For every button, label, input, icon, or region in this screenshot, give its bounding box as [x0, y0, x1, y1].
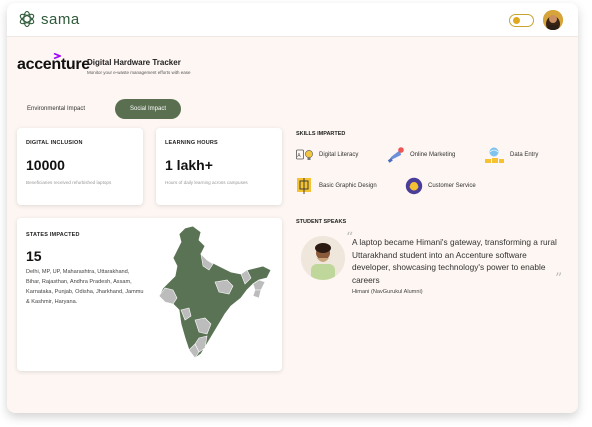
user-avatar[interactable]	[543, 10, 563, 30]
megaphone-icon	[387, 147, 404, 163]
digital-inclusion-desc: Beneficiaries received refurbished lapto…	[26, 180, 112, 185]
skill-label: Online Marketing	[410, 152, 456, 158]
digital-inclusion-label: DIGITAL INCLUSION	[26, 140, 83, 146]
tab-environmental-impact[interactable]: Environmental Impact	[17, 99, 95, 119]
skill-label: Data Entry	[510, 152, 539, 158]
app-window: sama accenture Digital Hardware Tracker …	[7, 3, 578, 413]
states-impacted-card: STATES IMPACTED 15 Delhi, MP, UP, Mahara…	[17, 218, 282, 371]
close-quote-icon: ”	[555, 271, 563, 287]
skill-label: Digital Literacy	[319, 152, 359, 158]
skill-data-entry: Data Entry	[485, 146, 538, 164]
lightbulb-icon: A	[296, 149, 313, 160]
logo-text: sama	[41, 10, 80, 28]
learning-hours-desc: Hours of daily learning across campuses	[165, 180, 248, 185]
sama-logo-icon	[19, 10, 35, 28]
skill-basic-graphic-design: Basic Graphic Design	[296, 177, 377, 195]
student-speaks-label: STUDENT SPEAKS	[296, 219, 347, 225]
student-author: Himani (NavGurukul Alumni)	[352, 289, 423, 295]
learning-hours-label: LEARNING HOURS	[165, 140, 218, 146]
globe-icon	[485, 147, 504, 163]
india-map	[158, 225, 272, 359]
states-count: 15	[26, 248, 42, 264]
top-bar: sama	[7, 3, 578, 37]
student-avatar-icon	[301, 236, 345, 280]
page-title: Digital Hardware Tracker	[87, 58, 181, 67]
digital-inclusion-value: 10000	[26, 157, 65, 173]
palette-icon	[297, 178, 311, 194]
avatar-icon	[543, 10, 563, 30]
svg-text:A: A	[297, 153, 301, 159]
digital-inclusion-card: DIGITAL INCLUSION 10000 Beneficiaries re…	[17, 128, 143, 205]
skills-label: SKILLS IMPARTED	[296, 131, 346, 137]
skill-label: Customer Service	[428, 183, 476, 189]
toggle-knob	[513, 17, 520, 24]
student-quote: A laptop became Himani's gateway, transf…	[352, 237, 557, 285]
states-list: Delhi, MP, UP, Maharashtra, Uttarakhand,…	[26, 269, 144, 305]
headset-icon	[405, 177, 423, 195]
brand-name: accenture	[17, 56, 90, 73]
skill-online-marketing: Online Marketing	[387, 146, 455, 164]
learning-hours-value: 1 lakh+	[165, 157, 213, 173]
skill-label: Basic Graphic Design	[319, 183, 377, 189]
theme-toggle[interactable]	[509, 14, 534, 27]
skill-customer-service: Customer Service	[405, 177, 476, 195]
page-subtitle: Monitor your e-waste management efforts …	[87, 70, 191, 75]
student-photo	[301, 236, 345, 280]
skill-digital-literacy: A Digital Literacy	[296, 148, 358, 162]
states-label: STATES IMPACTED	[26, 232, 80, 238]
sama-logo[interactable]: sama	[17, 9, 80, 29]
tab-social-impact[interactable]: Social Impact	[115, 99, 181, 119]
learning-hours-card: LEARNING HOURS 1 lakh+ Hours of daily le…	[156, 128, 282, 205]
